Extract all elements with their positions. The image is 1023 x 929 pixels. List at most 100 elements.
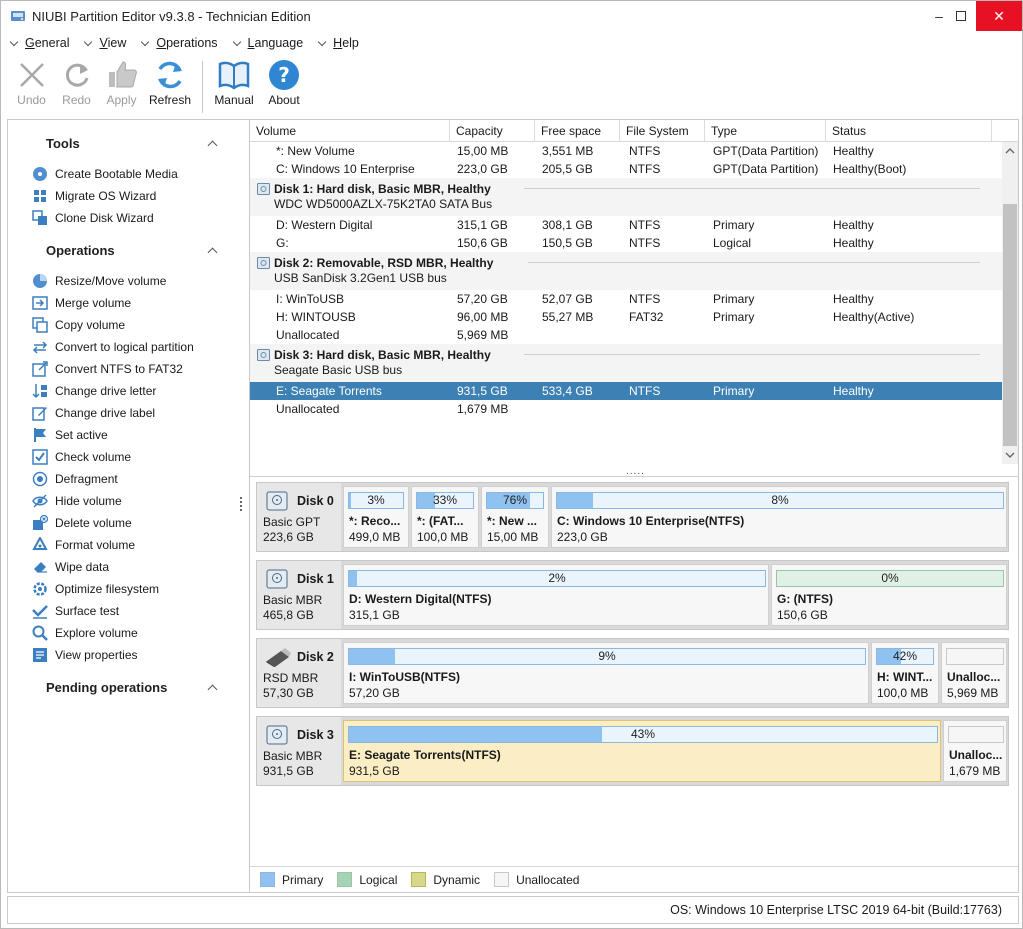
toolbar: Undo Redo Apply Refresh Manual ? About (1, 57, 1022, 115)
op-merge[interactable]: Merge volume (32, 294, 131, 312)
table-row[interactable]: H: WINTOUSB 96,00 MB 55,27 MB FAT32 Primary H… (250, 308, 1002, 326)
menu-view[interactable]: View (81, 36, 126, 50)
op-wipe-data[interactable]: Wipe data (32, 558, 109, 576)
disk-group-header[interactable]: Disk 3: Hard disk, Basic MBR, Healthy Se… (250, 344, 1002, 382)
create-bootable-media[interactable]: Create Bootable Media (32, 165, 178, 183)
partition-block[interactable]: 9% I: WinToUSB(NTFS) 57,20 GB (343, 642, 869, 704)
collapse-operations-icon[interactable] (208, 245, 218, 255)
col-free-space[interactable]: Free space (535, 120, 620, 142)
op-check-volume[interactable]: Check volume (32, 448, 131, 466)
disk-0-map[interactable]: Disk 0 Basic GPT 223,6 GB 3% *: Reco... … (256, 482, 1009, 552)
disk-3-map[interactable]: Disk 3 Basic MBR 931,5 GB 43% E: Seagate… (256, 716, 1009, 786)
scroll-down-icon[interactable] (1005, 450, 1015, 460)
menu-general[interactable]: General (7, 36, 69, 50)
partition-block-unallocated[interactable]: Unalloc... 1,679 MB (943, 720, 1007, 782)
table-row[interactable]: G: 150,6 GB 150,5 GB NTFS Logical Healthy (250, 234, 1002, 252)
partition-block[interactable]: 8% C: Windows 10 Enterprise(NTFS) 223,0 … (551, 486, 1007, 548)
table-row[interactable]: C: Windows 10 Enterprise 223,0 GB 205,5 GB… (250, 160, 1002, 178)
op-view-properties[interactable]: View properties (32, 646, 138, 664)
usage-percent: 2% (548, 571, 566, 585)
op-change-label[interactable]: Change drive label (32, 404, 155, 422)
op-resize-move[interactable]: Resize/Move volume (32, 272, 166, 290)
os-info: OS: Windows 10 Enterprise LTSC 2019 64-b… (670, 903, 1002, 917)
book-icon (218, 61, 250, 90)
collapse-tools-icon[interactable] (208, 138, 218, 148)
col-capacity[interactable]: Capacity (450, 120, 535, 142)
disk-2-map[interactable]: Disk 2 RSD MBR 57,30 GB 9% I: WinToUSB(N… (256, 638, 1009, 708)
list-scrollbar[interactable] (1002, 142, 1018, 464)
op-defragment[interactable]: Defragment (32, 470, 118, 488)
refresh-button[interactable]: Refresh (144, 57, 196, 115)
partition-block[interactable]: 3% *: Reco... 499,0 MB (343, 486, 409, 548)
title-bar[interactable]: NIUBI Partition Editor v9.3.8 - Technici… (1, 1, 1022, 31)
chevron-down-icon (142, 39, 150, 47)
disk-group-header[interactable]: Disk 1: Hard disk, Basic MBR, Healthy WD… (250, 178, 1002, 216)
op-copy[interactable]: Copy volume (32, 316, 125, 334)
col-file-system[interactable]: File System (620, 120, 705, 142)
table-row[interactable]: *: New Volume 15,00 MB 3,551 MB NTFS GPT(Dat… (250, 142, 1002, 160)
partition-block[interactable]: 33% *: (FAT... 100,0 MB (411, 486, 479, 548)
op-delete-volume[interactable]: Delete volume (32, 514, 132, 532)
usage-percent: 9% (598, 649, 616, 663)
chevron-down-icon (319, 39, 327, 47)
clone-disk-wizard[interactable]: Clone Disk Wizard (32, 209, 154, 227)
scroll-thumb[interactable] (1003, 204, 1017, 446)
main-window: NIUBI Partition Editor v9.3.8 - Technici… (0, 0, 1023, 929)
app-icon (10, 8, 26, 24)
chevron-down-icon (234, 39, 242, 47)
menu-help[interactable]: Help (315, 36, 359, 50)
op-change-letter[interactable]: Change drive letter (32, 382, 156, 400)
menu-language[interactable]: Language (230, 36, 304, 50)
undo-button[interactable]: Undo (9, 57, 54, 115)
disk-1-map[interactable]: Disk 1 Basic MBR 465,8 GB 2% D: Western … (256, 560, 1009, 630)
usage-percent: 76% (502, 493, 528, 507)
scroll-up-icon[interactable] (1005, 146, 1015, 156)
op-format-volume[interactable]: Format volume (32, 536, 135, 554)
table-row[interactable]: Unallocated 5,969 MB (250, 326, 1002, 344)
op-surface-test[interactable]: Surface test (32, 602, 119, 620)
tools-title: Tools (46, 136, 80, 151)
partition-block-selected[interactable]: 43% E: Seagate Torrents(NTFS) 931,5 GB (343, 720, 941, 782)
apply-button[interactable]: Apply (99, 57, 144, 115)
legend-dynamic: Dynamic (411, 872, 480, 887)
disk-1-info[interactable]: Disk 1 Basic MBR 465,8 GB (257, 561, 341, 629)
disk-2-info[interactable]: Disk 2 RSD MBR 57,30 GB (257, 639, 341, 707)
op-explore-volume[interactable]: Explore volume (32, 624, 138, 642)
redo-button[interactable]: Redo (54, 57, 99, 115)
partition-block[interactable]: 2% D: Western Digital(NTFS) 315,1 GB (343, 564, 769, 626)
table-row-selected[interactable]: E: Seagate Torrents 931,5 GB 533,4 GB NTFS P… (250, 382, 1002, 400)
op-set-active[interactable]: Set active (32, 426, 108, 444)
manual-button[interactable]: Manual (209, 57, 259, 115)
cd-icon (33, 167, 47, 181)
partition-block-unallocated[interactable]: Unalloc... 5,969 MB (941, 642, 1007, 704)
col-type[interactable]: Type (705, 120, 826, 142)
partition-block[interactable]: 76% *: New ... 15,00 MB (481, 486, 549, 548)
menu-operations[interactable]: Operations (138, 36, 217, 50)
svg-text:?: ? (278, 63, 290, 87)
about-button[interactable]: ? About (259, 57, 309, 115)
disk-3-info[interactable]: Disk 3 Basic MBR 931,5 GB (257, 717, 341, 785)
op-hide-volume[interactable]: Hide volume (32, 492, 122, 510)
disk-group-header[interactable]: Disk 2: Removable, RSD MBR, Healthy USB … (250, 252, 1002, 290)
disk-icon (257, 349, 270, 361)
op-convert-logical[interactable]: Convert to logical partition (32, 338, 194, 356)
splitter-grip[interactable] (240, 495, 244, 515)
op-optimize-fs[interactable]: Optimize filesystem (32, 580, 159, 598)
close-button[interactable]: ✕ (976, 1, 1022, 31)
partition-block[interactable]: 0% G: (NTFS) 150,6 GB (771, 564, 1007, 626)
table-row[interactable]: Unallocated 1,679 MB (250, 400, 1002, 418)
collapse-pending-icon[interactable] (208, 682, 218, 692)
usb-drive-icon (266, 648, 291, 667)
right-panel: Volume Capacity Free space File System T… (249, 119, 1019, 893)
migrate-os-wizard[interactable]: Migrate OS Wizard (32, 187, 156, 205)
op-convert-ntfs-fat32[interactable]: Convert NTFS to FAT32 (32, 360, 183, 378)
partition-block[interactable]: 42% H: WINT... 100,0 MB (871, 642, 939, 704)
disk-0-info[interactable]: Disk 0 Basic GPT 223,6 GB (257, 483, 341, 551)
table-row[interactable]: I: WinToUSB 57,20 GB 52,07 GB NTFS Primary He… (250, 290, 1002, 308)
copy-icon (32, 317, 48, 333)
usage-percent: 42% (892, 649, 918, 663)
volume-list: *: New Volume 15,00 MB 3,551 MB NTFS GPT(Dat… (250, 142, 1002, 472)
table-row[interactable]: D: Western Digital 315,1 GB 308,1 GB NTFS Pr… (250, 216, 1002, 234)
col-volume[interactable]: Volume (250, 120, 450, 142)
col-status[interactable]: Status (826, 120, 992, 142)
